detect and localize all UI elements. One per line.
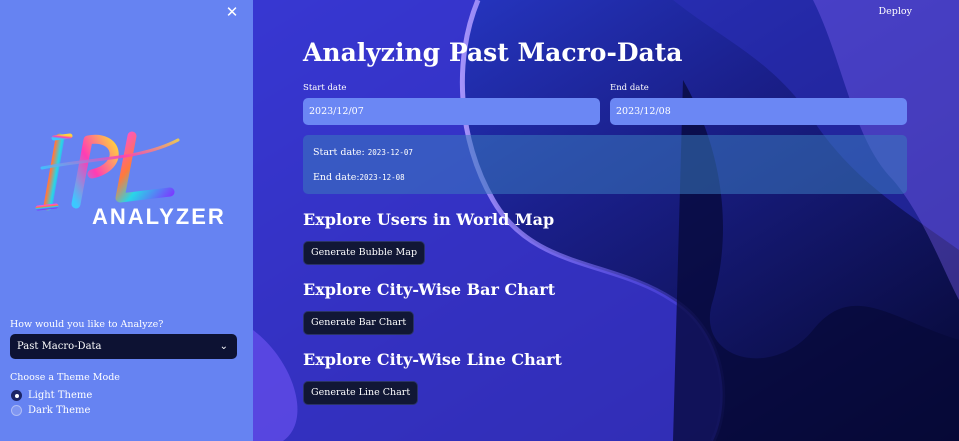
info-start-line: Start date: 2023-12-07 bbox=[313, 147, 413, 158]
date-info-box: Start date: 2023-12-07 End date:2023-12-… bbox=[303, 135, 907, 194]
radio-selected-icon[interactable] bbox=[11, 390, 22, 401]
info-end-line: End date:2023-12-08 bbox=[313, 172, 405, 183]
analyze-select[interactable]: Past Macro-Data ⌄ bbox=[10, 334, 237, 359]
start-date-input[interactable] bbox=[303, 98, 600, 125]
generate-bar-chart-button[interactable]: Generate Bar Chart bbox=[303, 311, 415, 335]
main-area: Deploy Analyzing Past Macro-Data Start d… bbox=[253, 0, 959, 441]
info-end-prefix: End date: bbox=[313, 172, 360, 183]
analyze-select-value: Past Macro-Data bbox=[17, 341, 102, 352]
deploy-button[interactable]: Deploy bbox=[879, 6, 912, 17]
start-date-label: Start date bbox=[303, 83, 347, 93]
info-start-value: 2023-12-07 bbox=[367, 148, 413, 157]
close-sidebar-icon[interactable]: ✕ bbox=[224, 4, 240, 20]
radio-light-label: Light Theme bbox=[28, 390, 93, 401]
radio-dark-theme[interactable]: Dark Theme bbox=[11, 405, 90, 416]
generate-bubble-map-button[interactable]: Generate Bubble Map bbox=[303, 241, 426, 265]
info-start-prefix: Start date: bbox=[313, 147, 368, 158]
radio-light-theme[interactable]: Light Theme bbox=[11, 390, 92, 401]
theme-label: Choose a Theme Mode bbox=[10, 372, 120, 383]
sidebar: ✕ ANALYZER How would you like to Analyze… bbox=[0, 0, 253, 441]
logo-analyzer-text: ANALYZER bbox=[92, 204, 226, 228]
radio-unselected-icon[interactable] bbox=[11, 405, 22, 416]
end-date-label: End date bbox=[610, 83, 649, 93]
end-date-input[interactable] bbox=[610, 98, 907, 125]
section-heading-world-map: Explore Users in World Map bbox=[303, 210, 555, 229]
ipl-analyzer-logo: ANALYZER bbox=[30, 128, 235, 229]
chevron-down-icon: ⌄ bbox=[219, 341, 228, 352]
generate-line-chart-button[interactable]: Generate Line Chart bbox=[303, 381, 419, 405]
info-end-value: 2023-12-08 bbox=[359, 173, 405, 182]
page-title: Analyzing Past Macro-Data bbox=[303, 38, 683, 67]
analyze-label: How would you like to Analyze? bbox=[10, 319, 164, 330]
section-heading-bar-chart: Explore City-Wise Bar Chart bbox=[303, 280, 556, 299]
radio-dark-label: Dark Theme bbox=[28, 405, 91, 416]
section-heading-line-chart: Explore City-Wise Line Chart bbox=[303, 350, 562, 369]
